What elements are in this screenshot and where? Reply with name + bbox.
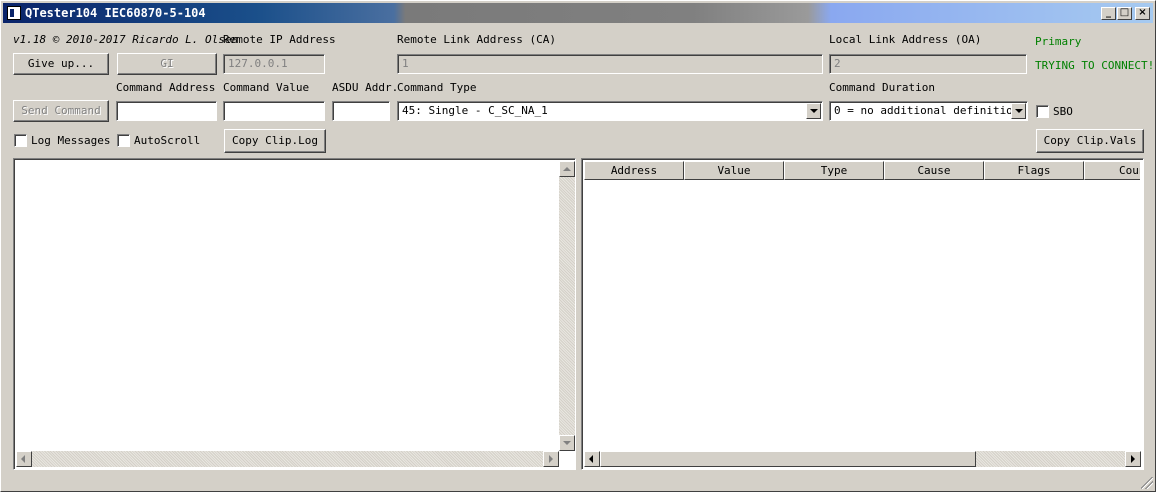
table-horizontal-scrollbar[interactable] bbox=[584, 451, 1141, 467]
maximize-button[interactable]: □ bbox=[1117, 7, 1132, 20]
command-duration-select[interactable]: 0 = no additional definition bbox=[829, 101, 1028, 121]
autoscroll-checkbox[interactable] bbox=[117, 134, 130, 147]
scroll-right-icon[interactable] bbox=[543, 451, 559, 467]
close-button[interactable]: × bbox=[1135, 7, 1150, 20]
column-header-flags[interactable]: Flags bbox=[984, 161, 1084, 180]
autoscroll-label: AutoScroll bbox=[134, 134, 201, 147]
sbo-label: SBO bbox=[1053, 105, 1073, 118]
column-header-value[interactable]: Value bbox=[684, 161, 784, 180]
log-messages-label: Log Messages bbox=[31, 134, 111, 147]
app-icon[interactable] bbox=[7, 6, 21, 20]
copy-clip-vals-button[interactable]: Copy Clip.Vals bbox=[1036, 129, 1144, 153]
command-duration-value: 0 = no additional definition bbox=[834, 104, 1020, 117]
send-command-button[interactable]: Send Command bbox=[13, 100, 109, 122]
column-header-cause[interactable]: Cause bbox=[884, 161, 984, 180]
command-duration-label: Command Duration bbox=[829, 81, 935, 94]
command-type-value: 45: Single - C_SC_NA_1 bbox=[402, 104, 548, 117]
command-address-input[interactable] bbox=[116, 101, 217, 121]
chevron-down-icon[interactable] bbox=[1011, 103, 1026, 119]
scroll-left-icon[interactable] bbox=[584, 451, 600, 467]
log-vertical-scrollbar[interactable] bbox=[559, 161, 575, 451]
role-label: Primary bbox=[1035, 35, 1082, 48]
asdu-addr-input[interactable] bbox=[332, 101, 390, 121]
asdu-addr-label: ASDU Addr. bbox=[332, 81, 399, 94]
minimize-button[interactable]: _ bbox=[1101, 7, 1116, 20]
table-header: Address Value Type Cause Flags Count bbox=[584, 161, 1140, 180]
app-window: QTester104 IEC60870-5-104 _ □ × v1.18 © … bbox=[0, 0, 1156, 492]
command-type-select[interactable]: 45: Single - C_SC_NA_1 bbox=[397, 101, 823, 121]
window-title: QTester104 IEC60870-5-104 bbox=[25, 6, 206, 20]
log-panel[interactable] bbox=[13, 158, 576, 470]
remote-link-field[interactable]: 1 bbox=[397, 54, 823, 74]
command-type-label: Command Type bbox=[397, 81, 477, 94]
scroll-left-icon[interactable] bbox=[16, 451, 32, 467]
local-link-field[interactable]: 2 bbox=[829, 54, 1027, 74]
command-address-label: Command Address bbox=[116, 81, 216, 94]
scroll-right-icon[interactable] bbox=[1125, 451, 1141, 467]
column-header-count[interactable]: Count bbox=[1084, 161, 1140, 180]
scroll-down-icon[interactable] bbox=[559, 435, 575, 451]
command-value-input[interactable] bbox=[223, 101, 325, 121]
remote-ip-field[interactable]: 127.0.0.1 bbox=[223, 54, 325, 74]
command-value-label: Command Value bbox=[223, 81, 310, 94]
remote-link-label: Remote Link Address (CA) bbox=[397, 33, 556, 46]
remote-ip-label: Remote IP Address bbox=[223, 33, 336, 46]
gi-button[interactable]: GI bbox=[117, 53, 217, 75]
local-link-label: Local Link Address (OA) bbox=[829, 33, 982, 46]
give-up-button[interactable]: Give up... bbox=[13, 53, 109, 75]
column-header-address[interactable]: Address bbox=[584, 161, 684, 180]
resize-grip-icon[interactable] bbox=[1141, 477, 1153, 489]
values-table[interactable]: Address Value Type Cause Flags Count bbox=[581, 158, 1144, 470]
title-bar[interactable]: QTester104 IEC60870-5-104 _ □ × bbox=[3, 3, 1153, 23]
log-horizontal-scrollbar[interactable] bbox=[16, 451, 559, 467]
sbo-checkbox[interactable] bbox=[1036, 105, 1049, 118]
copy-clip-log-button[interactable]: Copy Clip.Log bbox=[224, 129, 326, 153]
version-label: v1.18 © 2010-2017 Ricardo L. Olsen bbox=[13, 33, 239, 46]
column-header-type[interactable]: Type bbox=[784, 161, 884, 180]
connection-status: TRYING TO CONNECT! bbox=[1035, 59, 1155, 72]
scroll-up-icon[interactable] bbox=[559, 161, 575, 177]
log-messages-checkbox[interactable] bbox=[14, 134, 27, 147]
scrollbar-thumb[interactable] bbox=[600, 451, 976, 467]
chevron-down-icon[interactable] bbox=[806, 103, 821, 119]
